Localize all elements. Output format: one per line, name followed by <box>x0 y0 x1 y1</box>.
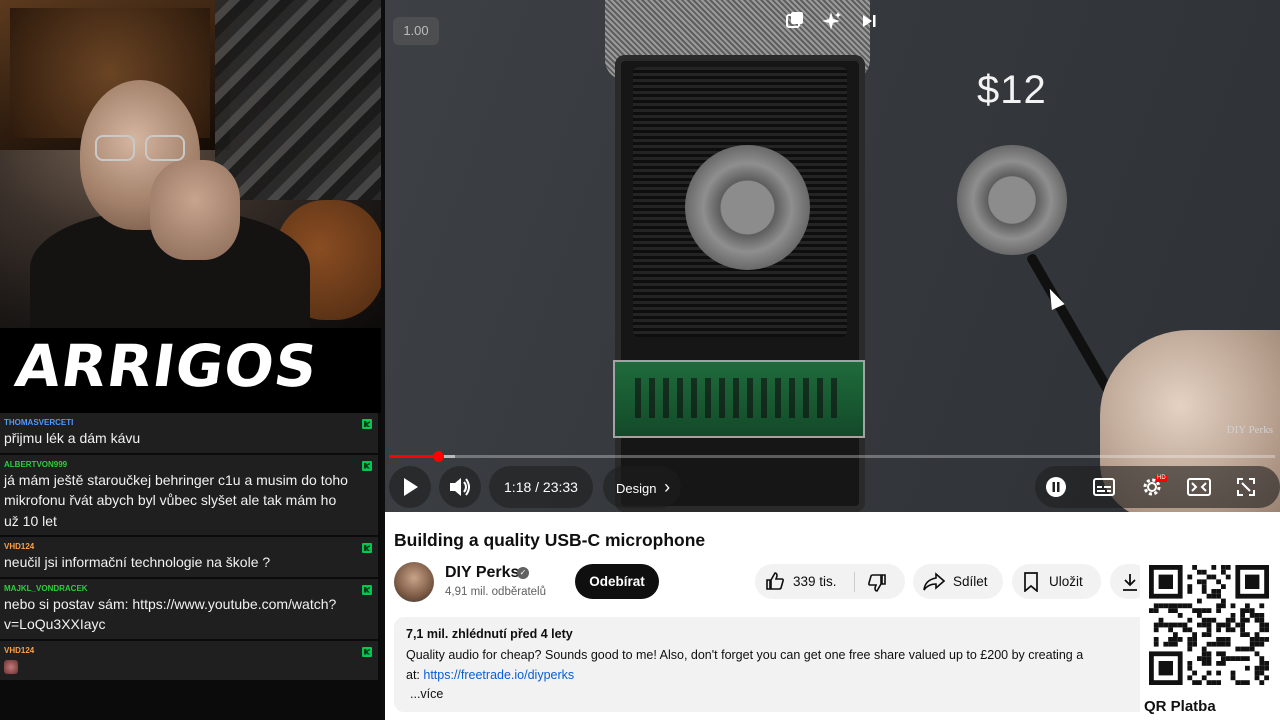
chat-username: THOMASVERCETI <box>4 418 74 427</box>
verified-badge-icon: ✓ <box>517 567 529 579</box>
chat-message: ALBERTVON999 já mám ještě staroučkej beh… <box>0 454 378 537</box>
qr-label: QR Platba <box>1144 698 1216 715</box>
webcam-feed <box>0 0 381 328</box>
chat-username: MAJKL_VONDRACEK <box>4 583 88 593</box>
progress-scrubber[interactable] <box>432 451 444 462</box>
hd-badge: HD <box>1156 475 1167 482</box>
like-dislike-group: 339 tis. <box>755 564 905 599</box>
mic-capsule-loose <box>957 145 1067 255</box>
download-icon <box>1120 564 1140 604</box>
like-separator <box>854 572 855 592</box>
chat-text <box>4 656 352 677</box>
time-display: 1:18 / 23:33 <box>489 466 593 508</box>
mic-capsule <box>685 145 810 270</box>
kick-badge-icon <box>362 646 372 657</box>
chat-username: VHD124 <box>4 645 35 655</box>
chat-username: VHD124 <box>4 542 35 551</box>
channel-avatar[interactable] <box>394 562 434 602</box>
bookmark-icon <box>1023 564 1039 604</box>
chat-text: já mám ještě staroučkej behringer c1u a … <box>4 471 348 529</box>
qr-code <box>1149 565 1269 685</box>
chat-message: VHD124 neučil jsi informační technologie… <box>0 537 378 579</box>
chapter-label: Design <box>616 481 657 496</box>
save-button[interactable]: Uložit <box>1012 564 1101 599</box>
chapter-button[interactable]: Design › <box>603 466 681 508</box>
subscribe-button[interactable]: Odebírat <box>575 564 659 599</box>
save-label: Uložit <box>1049 574 1083 589</box>
emote-icon <box>4 659 18 674</box>
ai-sparkle-icon[interactable] <box>817 10 845 38</box>
chat-text: neučil jsi informační technologie na ško… <box>4 554 271 570</box>
kick-badge-icon <box>362 460 372 471</box>
screen: ARRIGOS THOMASVERCETI přijmu lék a dám k… <box>0 0 1280 720</box>
streamer-hand <box>150 160 240 260</box>
like-button[interactable] <box>765 564 785 603</box>
progress-played <box>389 455 438 458</box>
playback-speed-badge[interactable]: 1.00 <box>393 17 439 45</box>
kick-badge-icon <box>362 543 372 553</box>
channel-name[interactable]: DIY Perks <box>445 564 519 582</box>
streamer-glasses <box>95 135 190 163</box>
kick-badge-icon <box>362 419 372 429</box>
subtitles-icon[interactable] <box>1083 466 1125 508</box>
chat-message: MAJKL_VONDRACEK nebo si postav sám: http… <box>0 578 378 641</box>
like-count: 339 tis. <box>793 574 837 589</box>
stream-chat: THOMASVERCETI přijmu lék a dám kávu ALBE… <box>0 413 381 720</box>
subscriber-count: 4,91 mil. odběratelů <box>445 586 547 598</box>
chat-message: VHD124 <box>0 640 378 682</box>
chat-text: přijmu lék a dám kávu <box>4 430 141 446</box>
share-icon <box>923 564 946 604</box>
chat-text: nebo si postav sám: https://www.youtube.… <box>4 595 337 633</box>
show-more-button[interactable]: ...více <box>406 685 1142 705</box>
skip-next-icon[interactable] <box>855 10 883 38</box>
qr-payment-box: QR Platba <box>1140 558 1280 720</box>
right-controls: HD <box>1035 466 1280 508</box>
stream-logo: ARRIGOS <box>11 332 323 400</box>
chat-message: THOMASVERCETI přijmu lék a dám kávu <box>0 413 378 455</box>
video-player[interactable]: $12 DIY Perks 1.00 1:18 / 23:33 Design › <box>385 0 1280 512</box>
chevron-right-icon: › <box>664 477 671 497</box>
description-text: Quality audio for cheap? Sounds good to … <box>406 648 1084 662</box>
miniplayer-icon[interactable] <box>781 10 809 38</box>
acoustic-foam-wall <box>215 0 381 200</box>
share-button[interactable]: Sdílet <box>913 564 1003 599</box>
views-and-date: 7,1 mil. zhlédnutí před 4 lety <box>406 627 573 641</box>
chat-username: ALBERTVON999 <box>4 459 68 469</box>
description-link-line: at: https://freetrade.io/diyperks <box>406 666 1142 686</box>
description-box[interactable]: 7,1 mil. zhlédnutí před 4 lety Quality a… <box>394 617 1154 712</box>
video-title: Building a quality USB-C microphone <box>394 530 706 550</box>
price-overlay: $12 <box>977 68 1047 112</box>
progress-bar[interactable] <box>389 451 1275 462</box>
stream-logo-area: ARRIGOS <box>0 328 381 413</box>
channel-watermark: DIY Perks <box>1226 424 1273 436</box>
play-button[interactable] <box>389 466 431 508</box>
settings-icon[interactable]: HD <box>1131 466 1173 508</box>
share-label: Sdílet <box>953 574 988 589</box>
autoplay-toggle[interactable] <box>1035 466 1077 508</box>
dislike-button[interactable] <box>867 564 887 605</box>
fullscreen-icon[interactable] <box>1225 466 1267 508</box>
volume-button[interactable] <box>439 466 481 508</box>
theater-mode-icon[interactable] <box>1178 466 1220 508</box>
description-prefix: at: <box>406 667 424 682</box>
mic-circuit-board <box>613 360 865 438</box>
mic-body <box>615 55 865 512</box>
kick-badge-icon <box>362 584 372 595</box>
description-link[interactable]: https://freetrade.io/diyperks <box>423 668 574 682</box>
